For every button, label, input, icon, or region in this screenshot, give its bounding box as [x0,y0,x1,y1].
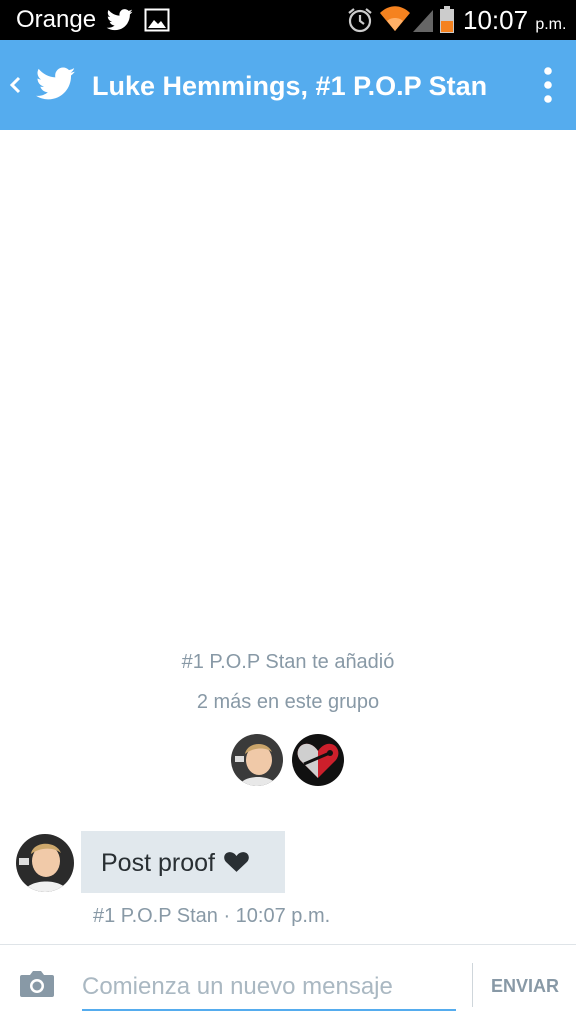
alarm-icon [346,7,374,38]
conversation-title: Luke Hemmings, #1 P.O.P Stan [92,71,488,101]
status-time: 10:07 p.m. [463,5,566,40]
composer-divider [472,963,473,1007]
message-meta: #1 P.O.P Stan · 10:07 p.m. [93,905,331,927]
image-notification-icon [144,8,170,37]
wifi-icon [379,5,411,38]
message-composer: ENVIAR [0,944,576,1025]
action-bar: Luke Hemmings, #1 P.O.P Stan [0,40,576,130]
message-input[interactable] [82,965,456,1011]
status-time-value: 10:07 [463,5,529,35]
send-button[interactable]: ENVIAR [480,971,570,1001]
back-icon[interactable] [8,72,22,103]
message-bubble[interactable]: Post proof [81,831,285,893]
group-added-notice: #1 P.O.P Stan te añadió [181,651,395,673]
battery-icon [439,6,455,39]
twitter-notification-icon [106,9,134,36]
twitter-logo-icon[interactable] [35,67,76,106]
status-time-suffix: p.m. [535,16,567,33]
status-bar: Orange 10:07 p.m. [0,0,576,40]
camera-icon[interactable] [18,969,56,1004]
overflow-menu-icon[interactable] [540,66,556,109]
message-sender-avatar[interactable] [16,834,74,892]
signal-icon [411,8,435,39]
group-members-notice: 2 más en este grupo [196,691,380,713]
member-avatar-stan[interactable] [292,734,344,786]
message-text: Post proof [101,849,215,877]
carrier-label: Orange [16,6,97,33]
member-avatar-luke[interactable] [231,734,283,786]
heart-icon [223,851,250,879]
